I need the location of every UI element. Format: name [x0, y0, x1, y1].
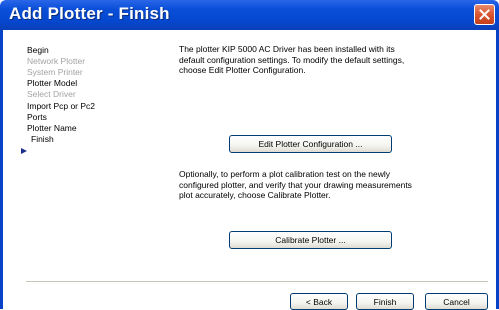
step-ports: Ports [27, 111, 47, 122]
calibration-line-2: configured plotter, and verify that your… [179, 179, 412, 190]
calibration-line-3: plot accurately, choose Calibrate Plotte… [179, 190, 331, 201]
calibrate-plotter-button[interactable]: Calibrate Plotter ... [229, 231, 392, 249]
intro-line-1: The plotter KIP 5000 AC Driver has been … [179, 44, 395, 54]
back-button[interactable]: < Back [290, 293, 348, 310]
calibration-line-1: Optionally, to perform a plot calibratio… [179, 169, 391, 179]
intro-line-3: choose Edit Plotter Configuration. [179, 65, 306, 76]
step-begin: Begin [27, 45, 49, 55]
footer-separator [26, 281, 488, 282]
step-plotter-model: Plotter Model [27, 78, 78, 89]
finish-button[interactable]: Finish [356, 293, 414, 310]
edit-plotter-configuration-button[interactable]: Edit Plotter Configuration ... [229, 135, 392, 153]
step-finish: Finish [31, 133, 54, 144]
cancel-button[interactable]: Cancel [425, 293, 488, 310]
step-select-driver: Select Driver [27, 89, 76, 100]
close-button[interactable] [474, 4, 495, 25]
current-step-arrow-icon [21, 148, 27, 154]
window-title: Add Plotter - Finish [9, 4, 170, 23]
step-system-printer: System Printer [27, 67, 83, 78]
step-import-pcp: Import Pcp or Pc2 [27, 100, 96, 111]
title-bar[interactable]: Add Plotter - Finish [0, 0, 499, 30]
step-network-plotter: Network Plotter [27, 56, 86, 67]
add-plotter-dialog: Add Plotter - Finish Begin Network Plott… [0, 0, 499, 310]
step-plotter-name: Plotter Name [27, 122, 77, 133]
close-icon [479, 9, 490, 20]
calibration-text: Optionally, to perform a plot calibratio… [179, 169, 412, 201]
intro-line-2: default configuration settings. To modif… [179, 54, 405, 65]
intro-text: The plotter KIP 5000 AC Driver has been … [179, 44, 404, 76]
